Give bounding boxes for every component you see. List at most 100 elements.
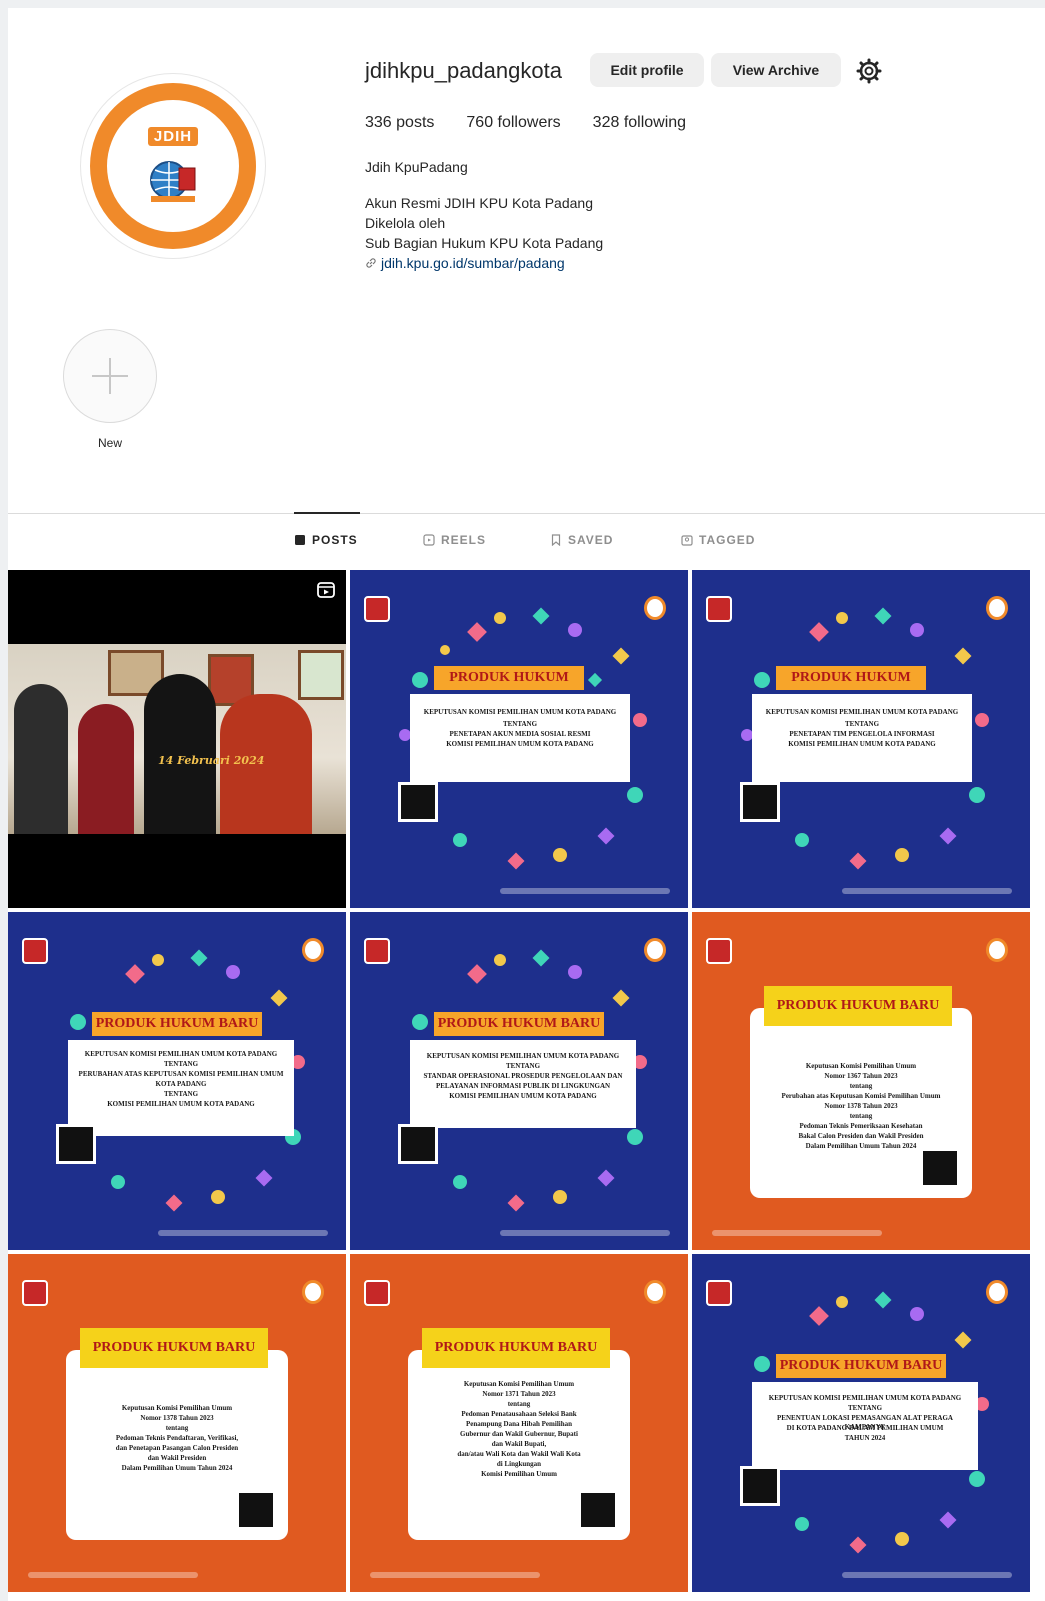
post-card-line: TENTANG <box>844 720 880 728</box>
view-archive-button[interactable]: View Archive <box>711 53 841 87</box>
post-banner: PRODUK HUKUM BARU <box>422 1328 610 1368</box>
post-card-line: KOMISI PEMILIHAN UMUM KOTA PADANG <box>449 1092 597 1100</box>
following-count[interactable]: 328 following <box>593 114 686 132</box>
kpu-logo <box>706 596 732 622</box>
new-highlight-button[interactable] <box>63 329 157 423</box>
post-card-line: PERUBAHAN ATAS KEPUTUSAN KOMISI PEMILIHA… <box>78 1070 284 1078</box>
jdih-logo <box>302 1280 324 1304</box>
post-tile[interactable]: Keputusan Komisi Pemilihan Umum Nomor 13… <box>8 1254 346 1592</box>
post-card-line: tentang <box>165 1424 189 1432</box>
post-card-line: Nomor 1371 Tahun 2023 <box>482 1390 556 1398</box>
new-highlight-label: New <box>97 436 122 450</box>
kpu-logo <box>364 1280 390 1306</box>
kpu-logo <box>706 938 732 964</box>
post-card-line: STANDAR OPERASIONAL PROSEDUR PENGELOLAAN… <box>423 1072 623 1080</box>
active-tab-indicator <box>294 512 360 514</box>
bio-line: Sub Bagian Hukum KPU Kota Padang <box>365 235 604 251</box>
qr-code <box>56 1124 96 1164</box>
jdih-logo <box>644 596 666 620</box>
tab-saved[interactable]: SAVED <box>550 533 613 547</box>
post-card-line: tentang <box>849 1112 873 1120</box>
avatar-logo: JDIH <box>90 83 256 249</box>
gear-icon[interactable] <box>856 58 882 84</box>
post-card-line: Nomor 1367 Tahun 2023 <box>824 1072 898 1080</box>
tab-reels[interactable]: REELS <box>423 533 486 547</box>
jdih-logo <box>986 596 1008 620</box>
post-card-line: Komisi Pemilihan Umum <box>481 1470 557 1478</box>
plus-icon <box>92 358 128 394</box>
avatar-logo-text: JDIH <box>147 126 199 146</box>
post-card-line: TENTANG <box>847 1404 883 1412</box>
kpu-logo <box>364 938 390 964</box>
post-tile[interactable]: PRODUK HUKUM BARU KEPUTUSAN KOMISI PEMIL… <box>8 912 346 1250</box>
qr-code <box>236 1490 276 1530</box>
post-card-line: KEPUTUSAN KOMISI PEMILIHAN UMUM KOTA PAD… <box>768 1394 962 1402</box>
kpu-logo <box>22 938 48 964</box>
post-card-line: Pedoman Teknis Pemeriksaan Kesehatan <box>799 1122 923 1130</box>
post-banner: PRODUK HUKUM BARU <box>776 666 926 709</box>
person-figure <box>14 684 68 834</box>
qr-code <box>398 782 438 822</box>
qr-code <box>740 782 780 822</box>
jdih-logo <box>644 938 666 962</box>
post-card-line: tentang <box>849 1082 873 1090</box>
post-card-line: Keputusan Komisi Pemilihan Umum <box>805 1062 917 1070</box>
profile-link[interactable]: jdih.kpu.go.id/sumbar/padang <box>365 253 603 273</box>
post-card-line: KEPUTUSAN KOMISI PEMILIHAN UMUM KOTA PAD… <box>765 708 959 716</box>
post-card-line: PELAYANAN INFORMASI PUBLIK DI LINGKUNGAN <box>435 1082 611 1090</box>
qr-code <box>578 1490 618 1530</box>
qr-code <box>920 1148 960 1188</box>
post-tile-video[interactable]: 14 Februari 2024 <box>8 570 346 908</box>
edit-profile-button[interactable]: Edit profile <box>590 53 704 87</box>
post-card-line: KOMISI PEMILIHAN UMUM KOTA PADANG <box>788 740 936 748</box>
profile-page: JDIH jdihkpu_padangkota Edit profile Vie… <box>8 8 1045 1601</box>
post-tile[interactable]: Keputusan Komisi Pemilihan Umum Nomor 13… <box>692 912 1030 1250</box>
post-tile[interactable]: PRODUK HUKUM BARU KEPUTUSAN KOMISI PEMIL… <box>692 1254 1030 1592</box>
post-card-line: TENTANG <box>163 1090 199 1098</box>
post-card: KEPUTUSAN KOMISI PEMILIHAN UMUM KOTA PAD… <box>752 1382 978 1470</box>
post-card-line: Nomor 1378 Tahun 2023 <box>824 1102 898 1110</box>
profile-bio: Jdih KpuPadang Akun Resmi JDIH KPU Kota … <box>365 157 603 273</box>
tab-tagged-label: TAGGED <box>699 533 756 547</box>
post-card-line: KOMISI PEMILIHAN UMUM KOTA PADANG <box>446 740 594 748</box>
post-tile[interactable]: Keputusan Komisi Pemilihan Umum Nomor 13… <box>350 1254 688 1592</box>
profile-avatar[interactable]: JDIH <box>80 73 266 259</box>
tab-posts[interactable]: POSTS <box>294 533 358 547</box>
bio-line: Dikelola oleh <box>365 215 446 231</box>
post-card: KEPUTUSAN KOMISI PEMILIHAN UMUM KOTA PAD… <box>410 694 630 782</box>
post-card-line: di Lingkungan <box>496 1460 542 1468</box>
post-card: KEPUTUSAN KOMISI PEMILIHAN UMUM KOTA PAD… <box>410 1040 636 1128</box>
grid-icon <box>295 535 305 545</box>
post-card-line: Bakal Calon Presiden dan Wakil Presiden <box>798 1132 924 1140</box>
tab-saved-label: SAVED <box>568 533 614 547</box>
tab-tagged[interactable]: TAGGED <box>681 533 755 547</box>
posts-grid: 14 Februari 2024 PRODUK HUKUM KEPUTUSAN … <box>8 570 1045 1592</box>
post-banner: PRODUK HUKUM BARU <box>80 1328 268 1368</box>
reels-badge-icon <box>317 582 335 598</box>
post-card-line: Penampung Dana Hibah Pemilihan <box>466 1420 572 1428</box>
post-footer <box>28 1572 198 1578</box>
tab-posts-label: POSTS <box>312 533 358 547</box>
post-footer <box>712 1230 882 1236</box>
jdih-logo <box>986 938 1008 962</box>
kpu-logo <box>22 1280 48 1306</box>
post-tile[interactable]: PRODUK HUKUM BARU KEPUTUSAN KOMISI PEMIL… <box>350 570 688 908</box>
video-caption-overlay: 14 Februari 2024 <box>158 754 265 767</box>
post-card-line: DI KOTA PADANG DALAM PEMILIHAN UMUM <box>786 1424 944 1432</box>
post-card-line: Keputusan Komisi Pemilihan Umum <box>121 1404 233 1412</box>
post-card-line: dan Wakil Presiden <box>147 1454 207 1462</box>
post-tile[interactable]: PRODUK HUKUM BARU KEPUTUSAN KOMISI PEMIL… <box>350 912 688 1250</box>
post-card-line: Dalam Pemilihan Umum Tahun 2024 <box>121 1464 233 1472</box>
post-card-line: KOMISI PEMILIHAN UMUM KOTA PADANG <box>107 1100 255 1108</box>
post-card-line: KEPUTUSAN KOMISI PEMILIHAN UMUM KOTA PAD… <box>423 708 617 716</box>
post-footer <box>500 888 670 894</box>
post-card: KEPUTUSAN KOMISI PEMILIHAN UMUM KOTA PAD… <box>752 694 972 782</box>
jdih-logo <box>986 1280 1008 1304</box>
person-figure <box>78 704 134 834</box>
post-card-line: dan Wakil Bupati, <box>491 1440 547 1448</box>
followers-count[interactable]: 760 followers <box>466 114 560 132</box>
post-card-line: Gubernur dan Wakil Gubernur, Bupati <box>460 1430 578 1438</box>
post-banner: PRODUK HUKUM BARU <box>434 1012 604 1036</box>
post-tile[interactable]: PRODUK HUKUM BARU KEPUTUSAN KOMISI PEMIL… <box>692 570 1030 908</box>
post-card-line: Keputusan Komisi Pemilihan Umum <box>463 1380 575 1388</box>
